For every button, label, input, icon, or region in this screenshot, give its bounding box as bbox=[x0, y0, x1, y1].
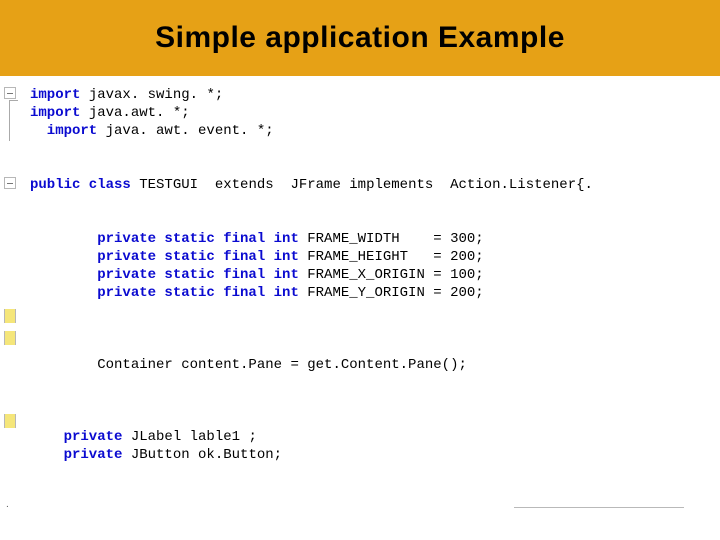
footer-divider bbox=[514, 507, 684, 508]
code-text: FRAME_WIDTH = 300; bbox=[299, 231, 484, 247]
code-keyword: import bbox=[30, 123, 97, 139]
fold-gutter bbox=[4, 86, 24, 526]
fold-bracket bbox=[9, 100, 18, 141]
code-keyword: private bbox=[30, 447, 122, 463]
code-text: JButton ok.Button; bbox=[122, 447, 282, 463]
code-keyword: private static final int bbox=[30, 249, 299, 265]
code-keyword: private static final int bbox=[30, 231, 299, 247]
code-text: TESTGUI extends JFrame implements Action… bbox=[131, 177, 593, 193]
code-keyword: public class bbox=[30, 177, 131, 193]
code-keyword: import bbox=[30, 87, 80, 103]
fold-toggle-icon bbox=[4, 87, 16, 99]
slide-banner: Simple application Example bbox=[0, 0, 720, 76]
fold-toggle-icon bbox=[4, 177, 16, 189]
fold-marker-yellow bbox=[4, 309, 16, 323]
code-text: java.awt. *; bbox=[80, 105, 189, 121]
code-text: javax. swing. *; bbox=[80, 87, 223, 103]
code-keyword: import bbox=[30, 105, 80, 121]
code-text: FRAME_X_ORIGIN = 100; bbox=[299, 267, 484, 283]
code-panel: import javax. swing. *; import java.awt.… bbox=[0, 76, 720, 464]
slide-title: Simple application Example bbox=[155, 21, 565, 55]
code-text: Container content.Pane = get.Content.Pan… bbox=[30, 357, 467, 373]
code-text: FRAME_HEIGHT = 200; bbox=[299, 249, 484, 265]
code-listing: import javax. swing. *; import java.awt.… bbox=[0, 86, 720, 464]
code-keyword: private static final int bbox=[30, 285, 299, 301]
footnote-dot: . bbox=[6, 499, 9, 510]
code-text: JLabel lable1 ; bbox=[122, 429, 256, 445]
fold-marker-yellow bbox=[4, 414, 16, 428]
code-text: FRAME_Y_ORIGIN = 200; bbox=[299, 285, 484, 301]
fold-marker-yellow bbox=[4, 331, 16, 345]
code-keyword: private static final int bbox=[30, 267, 299, 283]
code-keyword: private bbox=[30, 429, 122, 445]
code-text: java. awt. event. *; bbox=[97, 123, 273, 139]
